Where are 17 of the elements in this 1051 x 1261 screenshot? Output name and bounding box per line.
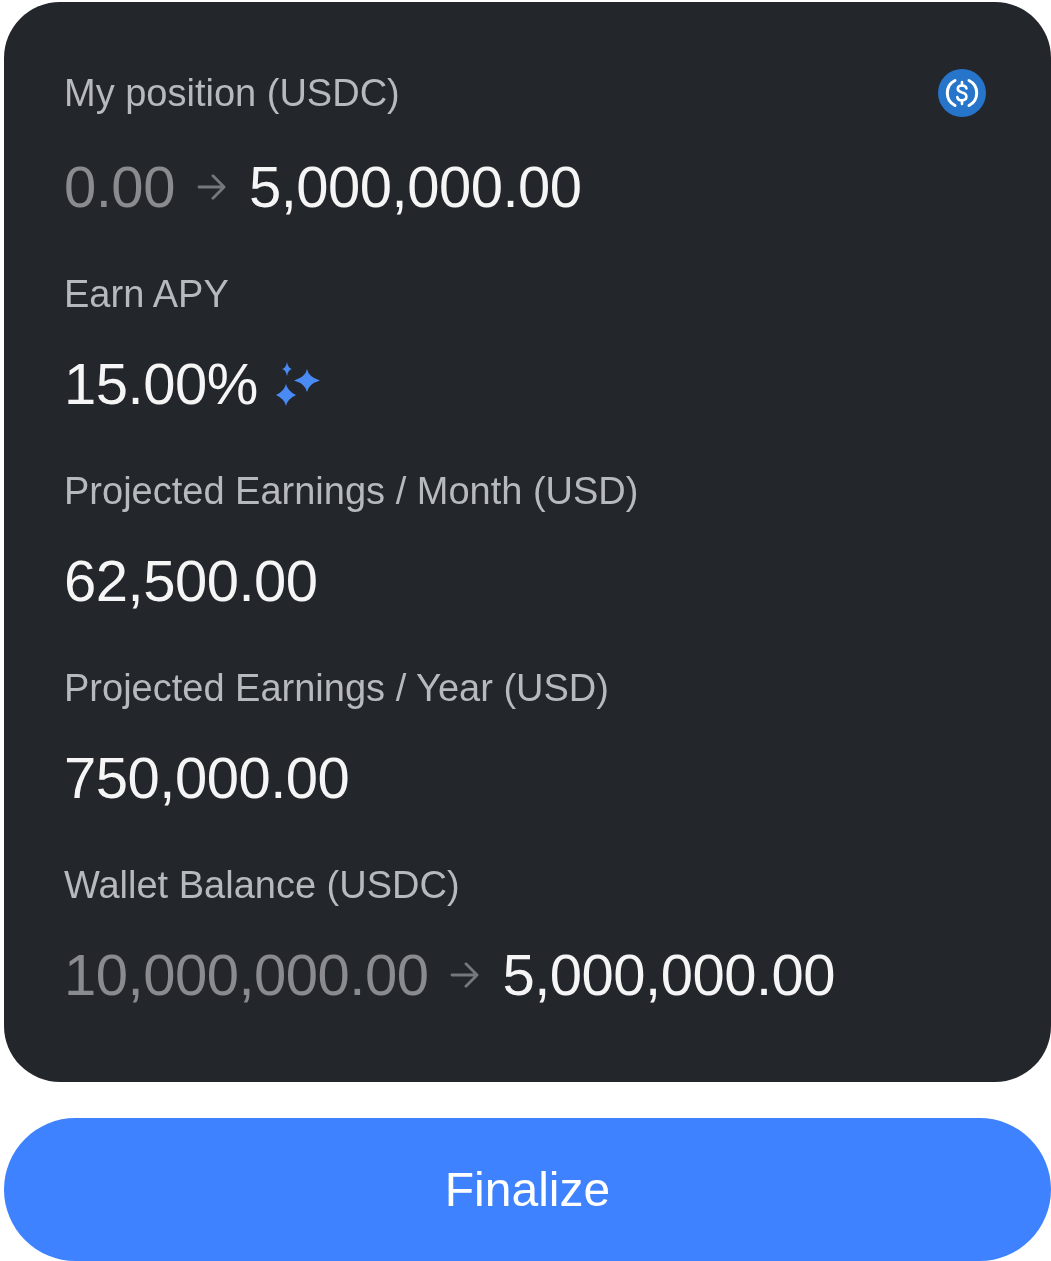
- stat-value: 62,500.00: [64, 547, 318, 615]
- finalize-button[interactable]: Finalize: [4, 1118, 1051, 1261]
- dollar-coin-icon: [938, 69, 986, 117]
- stat-label: Projected Earnings / Month (USD): [64, 469, 639, 514]
- previous-value: 0.00: [64, 153, 175, 221]
- new-value: 5,000,000.00: [502, 941, 836, 1009]
- stat-label: Projected Earnings / Year (USD): [64, 666, 609, 711]
- stat-value: 750,000.00: [64, 744, 350, 812]
- arrow-right-icon: [450, 962, 481, 988]
- stat-value: 15.00%: [64, 350, 258, 418]
- sparkle-icon: [275, 362, 320, 406]
- stat-label: Earn APY: [64, 272, 229, 317]
- new-value: 5,000,000.00: [248, 153, 582, 221]
- stat-label: Wallet Balance (USDC): [64, 863, 460, 908]
- stat-label: My position (USDC): [64, 71, 400, 116]
- previous-value: 10,000,000.00: [64, 941, 429, 1009]
- arrow-right-icon: [196, 174, 227, 200]
